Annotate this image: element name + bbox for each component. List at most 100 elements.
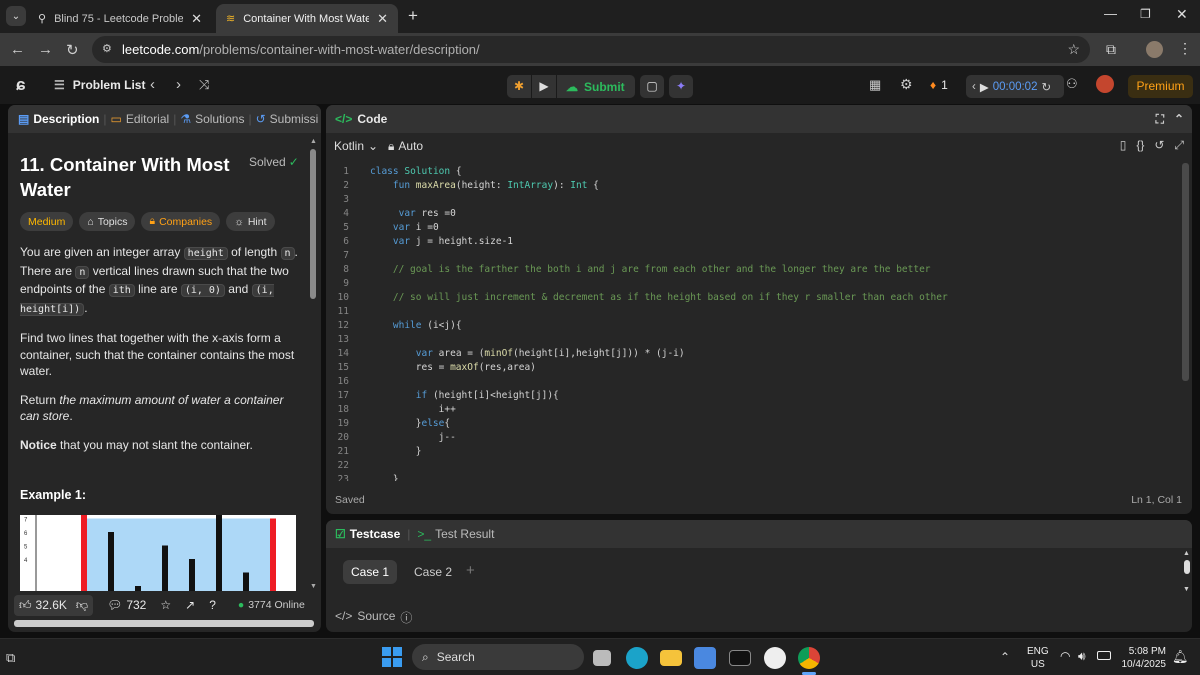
start-button[interactable]: [382, 647, 402, 667]
streak-counter[interactable]: ♦ 1: [930, 78, 948, 92]
user-avatar[interactable]: [1096, 75, 1114, 93]
like-button[interactable]: 👍︎ 32.6K 👎︎: [14, 594, 94, 616]
volume-icon[interactable]: 🔊︎: [1078, 649, 1086, 664]
add-user-icon[interactable]: ⚇: [1066, 76, 1078, 92]
like-count: 32.6K: [35, 598, 67, 612]
minimize-button[interactable]: —: [1104, 6, 1117, 21]
language-select[interactable]: Kotlin ⌄: [334, 139, 378, 153]
widgets-icon[interactable]: ⧉: [6, 650, 15, 666]
scroll-thumb[interactable]: [1183, 560, 1190, 574]
scroll-down-icon[interactable]: ▼: [1182, 586, 1191, 593]
notification-bell-icon[interactable]: 🔔︎: [1172, 649, 1189, 665]
taskbar-search[interactable]: ⌕ Search: [412, 644, 584, 670]
notes-icon[interactable]: ▢: [640, 75, 664, 98]
browser-tab-container-water[interactable]: ≋ Container With Most Water - Le ✕: [216, 4, 398, 33]
premium-button[interactable]: Premium: [1128, 75, 1193, 98]
store-icon[interactable]: [694, 647, 716, 669]
testcase-scrollbar[interactable]: ▲ ▼: [1182, 550, 1191, 602]
bookmark-icon[interactable]: ▯: [1120, 138, 1127, 153]
prev-problem-icon[interactable]: ‹: [150, 76, 155, 93]
thumbs-down-icon[interactable]: 👎︎: [76, 598, 88, 613]
url-field[interactable]: ⚙ leetcode.com/problems/container-with-m…: [92, 36, 1090, 63]
horizontal-scrollbar[interactable]: [14, 620, 314, 627]
language-indicator[interactable]: ENG US: [1027, 645, 1049, 671]
help-icon[interactable]: ?: [209, 598, 216, 612]
wifi-icon[interactable]: ◠: [1060, 649, 1070, 663]
play-icon[interactable]: ▶: [980, 80, 989, 94]
tab-editorial[interactable]: ▭ Editorial: [110, 112, 169, 126]
scroll-thumb[interactable]: [310, 149, 316, 299]
run-button[interactable]: ▶: [532, 75, 556, 98]
undo-icon[interactable]: ↺: [1154, 138, 1164, 153]
edge-icon[interactable]: [626, 647, 648, 669]
add-case-button[interactable]: +: [466, 562, 475, 579]
tray-overflow-icon[interactable]: ⌃: [1000, 650, 1010, 664]
companies-pill[interactable]: 🔒︎ Companies: [141, 212, 221, 231]
close-icon[interactable]: ✕: [191, 11, 202, 27]
restore-button[interactable]: ❐: [1140, 7, 1151, 21]
tab-description[interactable]: ▤ Description: [18, 112, 99, 126]
browser-tab-blind75[interactable]: ⚲ Blind 75 - Leetcode Problems w ✕: [28, 4, 212, 33]
description-scrollbar[interactable]: ▲ ▼: [310, 138, 317, 590]
reset-icon[interactable]: ↻: [1041, 80, 1051, 94]
expand-icon[interactable]: ⤢: [1174, 138, 1184, 153]
menu-icon[interactable]: ⋮: [1178, 40, 1192, 57]
tab-search-button[interactable]: ⌄: [6, 6, 26, 26]
share-icon[interactable]: ↗: [185, 598, 195, 612]
clock[interactable]: 5:08 PM 10/4/2025: [1120, 645, 1167, 671]
editor-scrollbar[interactable]: [1182, 163, 1189, 381]
problem-list-button[interactable]: ☰ Problem List: [54, 78, 145, 92]
difficulty-badge[interactable]: Medium: [20, 212, 74, 231]
tab-test-result[interactable]: >_ Test Result: [417, 527, 494, 541]
extensions-icon[interactable]: ⧉: [1106, 41, 1116, 58]
scroll-up-icon[interactable]: ▲: [1182, 550, 1191, 557]
favorite-star-icon[interactable]: ☆: [160, 598, 171, 612]
window-close-button[interactable]: ✕: [1176, 6, 1188, 23]
forward-icon[interactable]: →: [38, 41, 53, 58]
scroll-up-icon[interactable]: ▲: [310, 138, 317, 145]
profile-avatar[interactable]: [1146, 41, 1163, 58]
timer-prev-icon[interactable]: ‹: [972, 81, 976, 93]
case-2-button[interactable]: Case 2: [406, 560, 460, 584]
comments-button[interactable]: 💬︎ 732: [107, 598, 146, 612]
cursor-position: Ln 1, Col 1: [1131, 494, 1182, 506]
battery-icon[interactable]: [1097, 651, 1111, 660]
auto-mode[interactable]: 🔒︎ Auto: [388, 139, 423, 154]
back-icon[interactable]: ←: [10, 41, 25, 58]
tab-testcase[interactable]: ☑ Testcase: [335, 527, 400, 541]
layout-icon[interactable]: ▦: [869, 77, 881, 93]
scroll-down-icon[interactable]: ▼: [310, 583, 317, 590]
debug-button[interactable]: ✱: [507, 75, 531, 98]
example-image: 87654: [20, 515, 296, 591]
hint-pill[interactable]: ☼ Hint: [226, 212, 275, 231]
tab-submissions[interactable]: ↺ Submissi: [256, 112, 319, 126]
new-tab-button[interactable]: +: [408, 6, 418, 26]
topics-pill[interactable]: ⌂ Topics: [79, 212, 136, 231]
shuffle-icon[interactable]: ⤨: [199, 77, 209, 93]
timer-widget[interactable]: ‹ ▶ 00:00:02 ↻: [966, 75, 1064, 98]
task-view-icon[interactable]: [593, 650, 611, 666]
case-1-button[interactable]: Case 1: [343, 560, 397, 584]
next-problem-icon[interactable]: ›: [176, 76, 181, 93]
source-link[interactable]: </> Source ⓘ: [335, 609, 412, 626]
code-editor[interactable]: 1 class Solution {2 fun maxArea(height: I…: [326, 163, 1176, 481]
submit-button[interactable]: ☁ Submit: [557, 75, 635, 98]
file-explorer-icon[interactable]: [660, 650, 682, 666]
settings-gear-icon[interactable]: ⚙: [900, 76, 913, 93]
bookmark-star-icon[interactable]: ☆: [1067, 41, 1080, 58]
collapse-icon[interactable]: ⌃: [1174, 112, 1184, 126]
leetcode-logo-icon[interactable]: ɕ: [16, 75, 32, 95]
code-line: var res =0: [398, 208, 456, 219]
reload-icon[interactable]: ↻: [66, 41, 79, 59]
close-icon[interactable]: ✕: [377, 11, 388, 27]
help-icon[interactable]: ⓘ: [400, 609, 412, 626]
ai-sparkle-icon[interactable]: ✦: [669, 75, 693, 98]
chrome-icon[interactable]: [798, 647, 820, 669]
terminal-icon[interactable]: [729, 650, 751, 666]
braces-icon[interactable]: {}: [1136, 138, 1144, 153]
tab-solutions[interactable]: ⚗ Solutions: [180, 112, 244, 126]
clock-app-icon[interactable]: [764, 647, 786, 669]
maximize-icon[interactable]: ⛶: [1156, 112, 1164, 127]
site-info-icon[interactable]: ⚙: [102, 42, 112, 55]
description-panel: ▤ Description | ▭ Editorial | ⚗ Solution…: [8, 105, 321, 632]
